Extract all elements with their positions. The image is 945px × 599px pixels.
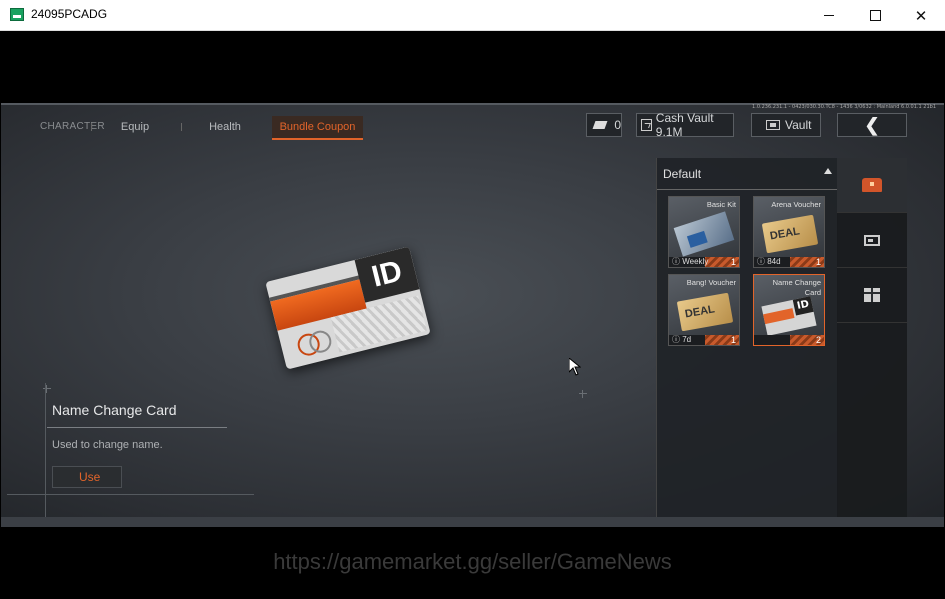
- coupon-counter-button[interactable]: 0: [586, 113, 622, 137]
- card-id-text: ID: [354, 246, 420, 303]
- nav-divider: [181, 123, 182, 131]
- name-change-card-image: [761, 296, 817, 336]
- minimize-icon: [824, 15, 834, 16]
- close-icon: ✕: [914, 6, 928, 25]
- info-frame-line: [45, 383, 46, 523]
- slot-item-name: Basic Kit: [706, 200, 736, 209]
- inventory-slot-basic-kit[interactable]: Basic Kit ⓘ Weekly 1: [668, 196, 740, 268]
- slot-time-value: 7d: [682, 335, 692, 344]
- slot-quantity: 1: [730, 335, 736, 345]
- item-name: Name Change Card: [52, 402, 177, 418]
- back-button[interactable]: ❮: [837, 113, 907, 137]
- side-tab-cards[interactable]: [837, 213, 907, 268]
- ticket-text: DEAL: [769, 225, 801, 243]
- crosshair-marker: [579, 390, 587, 398]
- slot-time: ⓘ 7d: [672, 335, 692, 344]
- nav-divider: [91, 123, 92, 131]
- maximize-icon: [869, 10, 881, 21]
- game-viewport: 1.0.236.231.1 - 0423/030.30.TC8 - 1436 3…: [1, 103, 944, 527]
- tab-equip[interactable]: Equip: [111, 116, 159, 138]
- inventory-slot-bang-voucher[interactable]: DEAL Bang! Voucher ⓘ 7d 1: [668, 274, 740, 346]
- slot-time: ⓘ Weekly: [672, 257, 709, 266]
- ticket-text: DEAL: [684, 303, 716, 321]
- inventory-slot-name-change-card[interactable]: Name Change Card 2: [753, 274, 825, 346]
- close-button[interactable]: ✕: [898, 0, 944, 31]
- tab-health[interactable]: Health: [199, 116, 251, 138]
- watermark-text: https://gamemarket.gg/seller/GameNews: [273, 549, 672, 574]
- vault-button[interactable]: Vault: [751, 113, 821, 137]
- slot-item-name: Arena Voucher: [771, 200, 821, 209]
- gift-icon: [864, 288, 880, 302]
- coupon-icon: [592, 121, 608, 129]
- coupon-count: 0: [614, 118, 621, 132]
- basic-kit-image: [673, 211, 735, 257]
- cash-icon: [641, 119, 652, 131]
- chest-icon: [862, 178, 882, 192]
- inventory-slot-arena-voucher[interactable]: DEAL Arena Voucher ⓘ 84d 1: [753, 196, 825, 268]
- slot-quantity: 1: [815, 257, 821, 267]
- maximize-button[interactable]: [852, 0, 898, 31]
- slot-item-name: Bang! Voucher: [686, 278, 736, 287]
- side-tab-chest[interactable]: [837, 158, 907, 213]
- use-button[interactable]: Use: [52, 466, 122, 488]
- slot-quantity: 2: [815, 335, 821, 345]
- vault-label: Vault: [785, 118, 812, 132]
- cursor-arrow: [569, 358, 581, 376]
- side-tab-gifts[interactable]: [837, 268, 907, 323]
- inventory-panel: Default Basic Kit ⓘ Weekly 1 DEAL Arena …: [656, 158, 838, 518]
- collapse-arrow-icon[interactable]: [824, 168, 832, 174]
- card-icon: [864, 234, 880, 246]
- slot-quantity: 1: [730, 257, 736, 267]
- item-divider: [47, 427, 227, 428]
- inventory-category-header[interactable]: Default: [657, 158, 838, 190]
- build-info: 1.0.236.231.1 - 0423/030.30.TC8 - 1436 3…: [752, 104, 936, 110]
- chevron-left-icon: ❮: [864, 115, 880, 135]
- window-titlebar: 24095PCADG ✕: [0, 0, 945, 31]
- arena-voucher-image: DEAL: [761, 214, 819, 254]
- name-change-card-preview: ID: [265, 246, 431, 370]
- bang-voucher-image: DEAL: [676, 292, 734, 332]
- slot-time: ⓘ 84d: [757, 257, 781, 266]
- slot-time-value: Weekly: [682, 257, 709, 266]
- item-description: Used to change name.: [52, 439, 163, 451]
- info-frame-line: [7, 494, 254, 495]
- tab-bundle-coupon[interactable]: Bundle Coupon: [272, 116, 363, 140]
- app-icon: [10, 8, 24, 21]
- vault-icon: [766, 120, 780, 130]
- slot-item-name: Name Change Card: [772, 278, 821, 297]
- inventory-side-tabs: [837, 158, 907, 518]
- cash-vault-button[interactable]: Cash Vault 9.1M: [636, 111, 734, 139]
- slot-time-value: 84d: [767, 257, 781, 266]
- inventory-category-label: Default: [663, 167, 702, 181]
- cash-vault-label: Cash Vault 9.1M: [655, 111, 714, 139]
- nav-character-label[interactable]: CHARACTER: [40, 121, 105, 132]
- minimize-button[interactable]: [806, 0, 852, 31]
- window-title: 24095PCADG: [31, 7, 108, 21]
